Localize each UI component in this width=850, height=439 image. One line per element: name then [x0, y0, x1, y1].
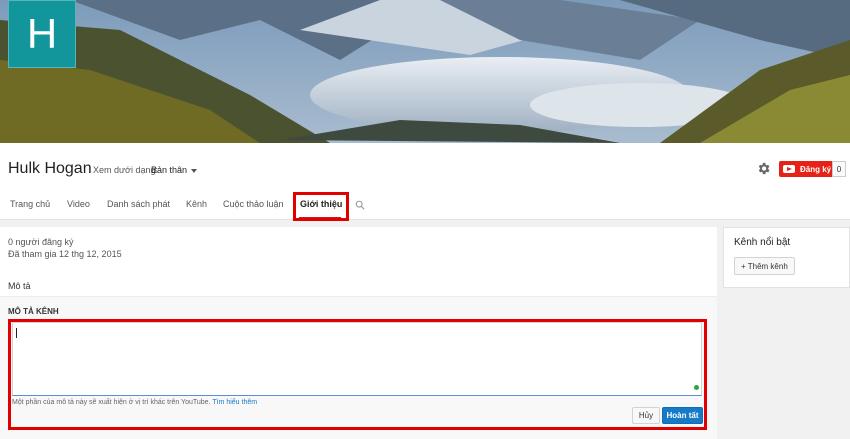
- channel-avatar[interactable]: H: [8, 0, 76, 68]
- featured-channels-title: Kênh nổi bật: [734, 237, 791, 248]
- view-as-label: Xem dưới dạng:: [93, 165, 158, 175]
- channel-header: Hulk Hogan Xem dưới dạng: Bản thân Đăng …: [0, 143, 850, 221]
- chevron-down-icon: [191, 168, 198, 173]
- status-dot: [694, 385, 699, 390]
- add-channel-button[interactable]: + Thêm kênh: [734, 257, 795, 275]
- view-as-dropdown[interactable]: Bản thân: [151, 165, 198, 175]
- description-hint: Một phần của mô tả này sẽ xuất hiện ở vị…: [12, 399, 257, 406]
- youtube-channel-page: H Hulk Hogan Xem dưới dạng: Bản thân Đăn…: [0, 0, 850, 439]
- description-heading: MÔ TẢ KÊNH: [8, 307, 59, 316]
- tab-about-highlight: [293, 192, 349, 221]
- subscribe-label: Đăng ký: [800, 164, 832, 174]
- learn-more-link[interactable]: Tìm hiểu thêm: [212, 399, 257, 406]
- tab-videos[interactable]: Video: [67, 199, 90, 209]
- search-icon[interactable]: [355, 200, 365, 210]
- cancel-button[interactable]: Hủy: [632, 407, 660, 424]
- about-panel: 0 người đăng ký Đã tham gia 12 thg 12, 2…: [0, 227, 717, 439]
- featured-channels-panel: Kênh nổi bật + Thêm kênh: [723, 227, 850, 288]
- mountain-banner-image: [0, 0, 850, 143]
- description-editor: MÔ TẢ KÊNH Một phần của mô tả này sẽ xuấ…: [0, 296, 717, 439]
- subscriber-count: 0: [832, 161, 846, 177]
- done-button[interactable]: Hoàn tất: [662, 407, 703, 424]
- tab-playlists[interactable]: Danh sách phát: [107, 199, 170, 209]
- channel-banner: H: [0, 0, 850, 143]
- tab-discussion[interactable]: Cuộc thảo luận: [223, 199, 284, 209]
- tab-channels[interactable]: Kênh: [186, 199, 207, 209]
- subscribe-button[interactable]: Đăng ký: [779, 161, 838, 177]
- joined-date: Đã tham gia 12 thg 12, 2015: [8, 249, 122, 259]
- description-label: Mô tả: [8, 281, 31, 291]
- avatar-letter: H: [26, 10, 58, 57]
- hint-text: Một phần của mô tả này sẽ xuất hiện ở vị…: [12, 399, 211, 406]
- youtube-play-icon: [783, 165, 795, 173]
- subscriber-stat: 0 người đăng ký: [8, 237, 74, 247]
- view-as-value: Bản thân: [151, 165, 188, 175]
- tab-home[interactable]: Trang chủ: [10, 199, 50, 209]
- gear-icon[interactable]: [756, 161, 771, 176]
- channel-name[interactable]: Hulk Hogan: [8, 160, 92, 178]
- text-cursor: [16, 328, 17, 338]
- description-textarea[interactable]: [12, 322, 702, 396]
